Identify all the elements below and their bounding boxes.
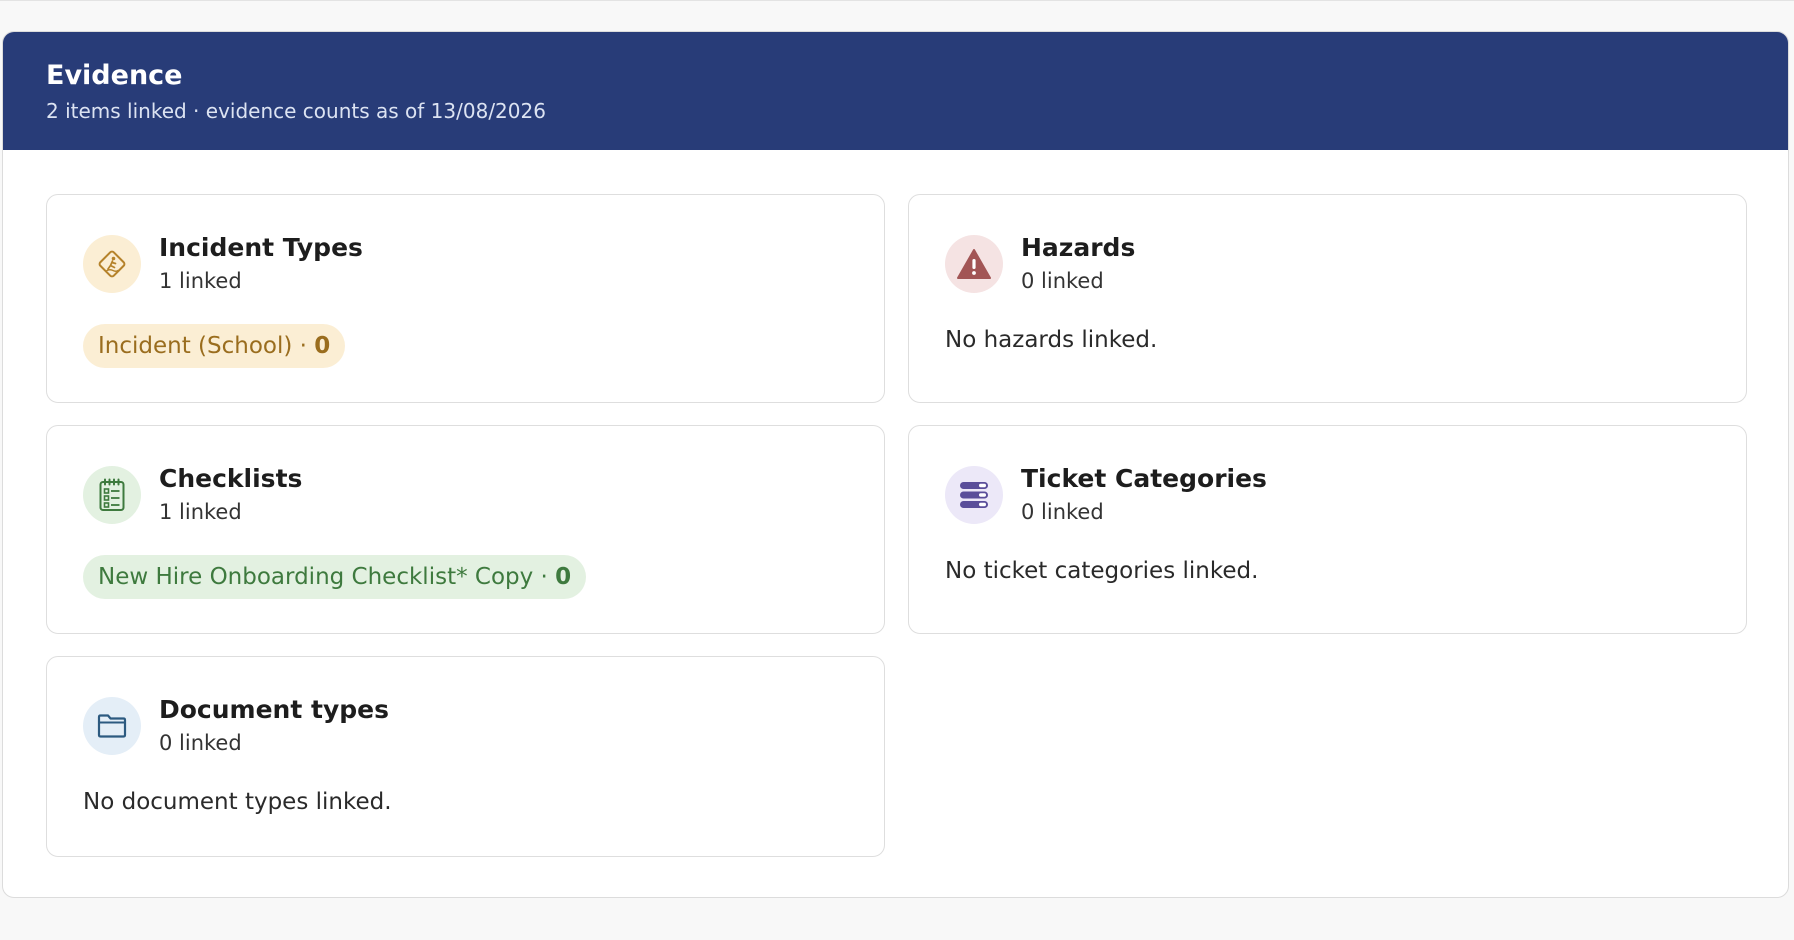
- hazards-header: Hazards 0 linked: [945, 233, 1136, 295]
- checklists-title: Checklists: [159, 464, 303, 493]
- document-types-count: 0 linked: [159, 731, 242, 755]
- ticket-categories-count: 0 linked: [1021, 500, 1104, 524]
- hazards-title: Hazards: [1021, 233, 1136, 262]
- hazards-empty-message: No hazards linked.: [945, 327, 1158, 353]
- chip-label: New Hire Onboarding Checklist* Copy ·: [98, 564, 548, 590]
- ticket-categories-title: Ticket Categories: [1021, 464, 1267, 493]
- stacked-list-icon: [945, 466, 1003, 524]
- page-title: Evidence: [46, 60, 183, 91]
- chip-count: 0: [314, 333, 331, 359]
- top-divider: [0, 0, 1794, 1]
- incident-types-header: Incident Types 1 linked: [83, 233, 363, 295]
- hazards-card: Hazards 0 linked No hazards linked.: [908, 194, 1747, 403]
- ticket-categories-header: Ticket Categories 0 linked: [945, 464, 1267, 526]
- evidence-summary: 2 items linked · evidence counts as of 1…: [46, 99, 546, 123]
- checklists-count: 1 linked: [159, 500, 242, 524]
- document-types-empty-message: No document types linked.: [83, 789, 392, 815]
- checklists-card: Checklists 1 linked New Hire Onboarding …: [46, 425, 885, 634]
- incident-types-title: Incident Types: [159, 233, 363, 262]
- document-types-card: Document types 0 linked No document type…: [46, 656, 885, 857]
- checklist-icon: [83, 466, 141, 524]
- hazards-count: 0 linked: [1021, 269, 1104, 293]
- incident-types-card: Incident Types 1 linked Incident (School…: [46, 194, 885, 403]
- ticket-categories-card: Ticket Categories 0 linked No ticket cat…: [908, 425, 1747, 634]
- document-types-title: Document types: [159, 695, 389, 724]
- wet-floor-icon: [83, 235, 141, 293]
- chip-count: 0: [555, 564, 572, 590]
- chip-label: Incident (School) ·: [98, 333, 307, 359]
- checklists-header: Checklists 1 linked: [83, 464, 303, 526]
- evidence-panel: Evidence 2 items linked · evidence count…: [2, 31, 1789, 898]
- folder-icon: [83, 697, 141, 755]
- incident-types-count: 1 linked: [159, 269, 242, 293]
- evidence-header: Evidence 2 items linked · evidence count…: [3, 32, 1788, 150]
- new-hire-onboarding-chip[interactable]: New Hire Onboarding Checklist* Copy · 0: [83, 555, 587, 599]
- document-types-header: Document types 0 linked: [83, 695, 389, 757]
- incident-school-chip[interactable]: Incident (School) · 0: [83, 324, 346, 368]
- ticket-categories-empty-message: No ticket categories linked.: [945, 558, 1259, 584]
- warning-triangle-icon: [945, 235, 1003, 293]
